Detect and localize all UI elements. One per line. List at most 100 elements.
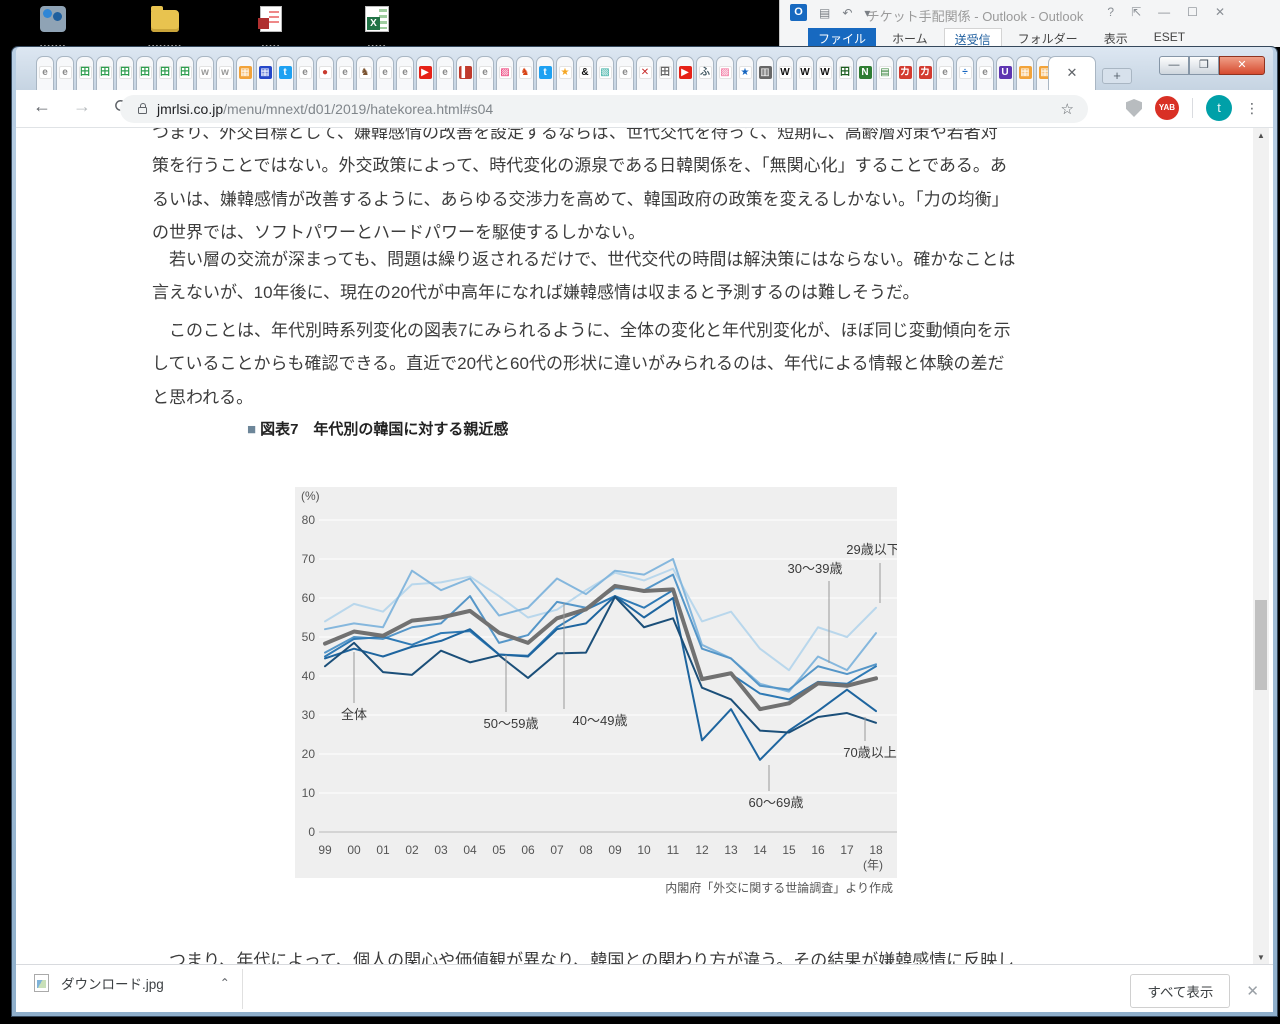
pinned-tab[interactable]: ★ bbox=[736, 56, 754, 90]
outlook-tab-表示[interactable]: 表示 bbox=[1094, 28, 1138, 47]
pinned-tab[interactable]: 田 bbox=[176, 56, 194, 90]
download-item[interactable]: ダウンロード.jpg ⌃ bbox=[34, 973, 230, 993]
page-scrollbar[interactable]: ▲ ▼ bbox=[1253, 128, 1269, 966]
pinned-tab[interactable]: ▶ bbox=[676, 56, 694, 90]
close-button[interactable]: ✕ bbox=[1219, 56, 1265, 75]
pinned-tab[interactable]: W bbox=[776, 56, 794, 90]
download-bar-close-icon[interactable]: ✕ bbox=[1246, 982, 1259, 1000]
active-tab[interactable]: ✕ bbox=[1048, 56, 1096, 90]
badge-extension-icon[interactable]: YAB bbox=[1155, 96, 1179, 120]
x-axis-unit: (年) bbox=[863, 858, 883, 872]
pinned-tab[interactable]: ▥ bbox=[756, 56, 774, 90]
pinned-tab[interactable]: 田 bbox=[136, 56, 154, 90]
pinned-tab[interactable]: e bbox=[476, 56, 494, 90]
scrollbar-up-arrow[interactable]: ▲ bbox=[1253, 128, 1269, 144]
outlook-help-button[interactable]: ? bbox=[1107, 5, 1114, 19]
pinned-tab[interactable]: ● bbox=[316, 56, 334, 90]
pinned-tab[interactable]: e bbox=[36, 56, 54, 90]
pinned-tab[interactable]: 田 bbox=[836, 56, 854, 90]
pinned-tab[interactable]: ▦ bbox=[1016, 56, 1034, 90]
pinned-tab[interactable]: t bbox=[276, 56, 294, 90]
scrollbar-thumb[interactable] bbox=[1255, 600, 1267, 690]
new-tab-button[interactable]: + bbox=[1102, 68, 1132, 84]
desktop-app-icon[interactable]: ••••••• bbox=[36, 6, 70, 50]
pinned-tab[interactable]: ▨ bbox=[496, 56, 514, 90]
pinned-tab[interactable]: ▌ bbox=[456, 56, 474, 90]
pinned-tab[interactable]: & bbox=[576, 56, 594, 90]
pinned-tab[interactable]: U bbox=[996, 56, 1014, 90]
desktop-document-icon[interactable]: ••••• bbox=[254, 6, 288, 50]
pinned-tab[interactable]: w bbox=[216, 56, 234, 90]
show-all-downloads-button[interactable]: すべて表示 bbox=[1130, 974, 1231, 1008]
pinned-tab[interactable]: ÷ bbox=[956, 56, 974, 90]
minimize-button[interactable]: — bbox=[1159, 56, 1189, 75]
desktop-folder-icon[interactable]: ••••••••• bbox=[148, 6, 182, 50]
outlook-tab-フォルダー[interactable]: フォルダー bbox=[1008, 28, 1088, 47]
profile-avatar[interactable]: t bbox=[1206, 95, 1232, 121]
menu-kebab-icon[interactable]: ⋮ bbox=[1245, 101, 1259, 115]
pinned-tab[interactable]: e bbox=[616, 56, 634, 90]
pinned-tab[interactable]: ▧ bbox=[596, 56, 614, 90]
pinned-tab[interactable]: t bbox=[536, 56, 554, 90]
url-text[interactable]: jmrlsi.co.jp/menu/mnext/d01/2019/hatekor… bbox=[157, 101, 493, 117]
outlook-close-button[interactable]: ✕ bbox=[1215, 5, 1225, 19]
address-bar[interactable]: jmrlsi.co.jp/menu/mnext/d01/2019/hatekor… bbox=[120, 95, 1088, 123]
pinned-tab[interactable]: ▦ bbox=[236, 56, 254, 90]
favicon: w bbox=[218, 66, 232, 79]
maximize-button[interactable]: ❐ bbox=[1189, 56, 1219, 75]
back-button[interactable]: ← bbox=[30, 96, 54, 117]
pinned-tab[interactable]: ♞ bbox=[516, 56, 534, 90]
window-controls: — ❐ ✕ bbox=[1159, 56, 1265, 75]
pinned-tab[interactable]: e bbox=[936, 56, 954, 90]
favicon: e bbox=[298, 66, 312, 79]
pinned-tab[interactable]: ▨ bbox=[716, 56, 734, 90]
pinned-tab[interactable]: ★ bbox=[556, 56, 574, 90]
outlook-tab-送受信[interactable]: 送受信 bbox=[943, 28, 1002, 47]
outlook-ribbon-pin-button[interactable]: ⇱ bbox=[1131, 5, 1141, 19]
pinned-tab[interactable]: N bbox=[856, 56, 874, 90]
pinned-tab[interactable]: W bbox=[796, 56, 814, 90]
pinned-tab[interactable]: w bbox=[196, 56, 214, 90]
pinned-tab[interactable]: e bbox=[976, 56, 994, 90]
pinned-tab[interactable]: 田 bbox=[656, 56, 674, 90]
pinned-tab[interactable]: 田 bbox=[76, 56, 94, 90]
favicon: e bbox=[38, 66, 52, 79]
bookmark-star-icon[interactable]: ☆ bbox=[1061, 100, 1074, 118]
pinned-tab[interactable]: ▤ bbox=[876, 56, 894, 90]
figure7-chart: 0 10 20 30 40 50 60 70 80 (%) (年) 99 00 01 02 03 04 05 06 0… bbox=[295, 487, 900, 878]
pinned-tab[interactable]: e bbox=[396, 56, 414, 90]
pinned-tab[interactable]: e bbox=[336, 56, 354, 90]
outlook-tab-ESET[interactable]: ESET bbox=[1144, 28, 1195, 47]
download-filename[interactable]: ダウンロード.jpg bbox=[61, 973, 164, 993]
y-tick-label: 60 bbox=[302, 591, 316, 605]
pinned-tab[interactable]: e bbox=[376, 56, 394, 90]
outlook-minimize-button[interactable]: — bbox=[1158, 5, 1170, 19]
pinned-tab[interactable]: 田 bbox=[116, 56, 134, 90]
pinned-tab[interactable]: e bbox=[436, 56, 454, 90]
pinned-tab[interactable]: e bbox=[56, 56, 74, 90]
outlook-tab-ファイル[interactable]: ファイル bbox=[808, 28, 877, 47]
y-tick-label: 20 bbox=[302, 747, 316, 761]
outlook-tab-ホーム[interactable]: ホーム bbox=[882, 28, 938, 47]
paragraph: つまり、外交目標として、嫌韓感情の改善を設定するならば、世代交代を待って、短期に… bbox=[152, 128, 1009, 243]
image-file-icon bbox=[34, 974, 49, 992]
pinned-tab[interactable]: ふ bbox=[696, 56, 714, 90]
pinned-tab[interactable]: W bbox=[816, 56, 834, 90]
pinned-tab[interactable]: ✕ bbox=[636, 56, 654, 90]
pinned-tab[interactable]: ▦ bbox=[256, 56, 274, 90]
pinned-tab[interactable]: カ bbox=[896, 56, 914, 90]
shield-extension-icon[interactable] bbox=[1126, 99, 1142, 117]
outlook-maximize-button[interactable]: ☐ bbox=[1187, 5, 1198, 19]
pinned-tab[interactable]: 田 bbox=[156, 56, 174, 90]
desktop-excel-icon[interactable]: ••••• bbox=[360, 6, 394, 50]
pinned-tab[interactable]: e bbox=[296, 56, 314, 90]
pinned-tab[interactable]: ♞ bbox=[356, 56, 374, 90]
y-axis-unit: (%) bbox=[301, 489, 320, 503]
download-chevron-icon[interactable]: ⌃ bbox=[220, 976, 230, 990]
pinned-tab[interactable]: ▶ bbox=[416, 56, 434, 90]
forward-button[interactable]: → bbox=[70, 96, 94, 117]
tab-close-icon[interactable]: ✕ bbox=[1067, 65, 1078, 80]
pinned-tab[interactable]: カ bbox=[916, 56, 934, 90]
pinned-tab[interactable]: 田 bbox=[96, 56, 114, 90]
series-29歳以下 bbox=[324, 567, 877, 672]
